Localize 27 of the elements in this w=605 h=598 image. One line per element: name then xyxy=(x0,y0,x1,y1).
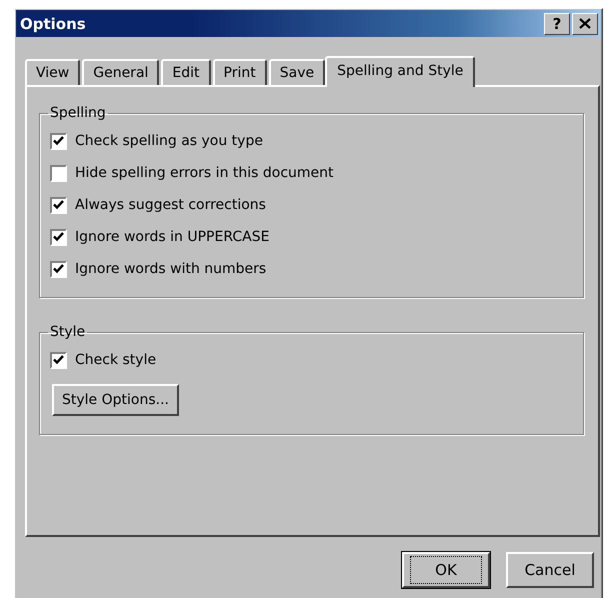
checkbox-label[interactable]: Always suggest corrections xyxy=(75,197,266,213)
checkbox[interactable] xyxy=(50,132,67,150)
window-title: Options xyxy=(20,14,87,32)
style-options-button[interactable]: Style Options... xyxy=(52,384,179,416)
help-button[interactable]: ? xyxy=(544,12,570,34)
ok-button[interactable]: OK xyxy=(402,552,490,588)
checkbox[interactable] xyxy=(50,196,67,214)
group-title: Spelling xyxy=(49,105,107,121)
checkbox[interactable] xyxy=(50,228,67,246)
tab[interactable]: Save xyxy=(268,59,326,85)
cancel-button[interactable]: Cancel xyxy=(506,552,594,588)
checkbox-label[interactable]: Ignore words in UPPERCASE xyxy=(75,229,270,245)
checkbox-label[interactable]: Hide spelling errors in this document xyxy=(75,165,334,181)
checkbox-label[interactable]: Check style xyxy=(75,352,156,368)
checkbox-label[interactable]: Check spelling as you type xyxy=(75,133,263,149)
checkbox-label[interactable]: Ignore words with numbers xyxy=(75,261,266,277)
checkbox[interactable] xyxy=(50,352,67,368)
tab[interactable]: General xyxy=(82,59,160,85)
checkbox[interactable] xyxy=(50,164,67,182)
tab[interactable]: Print xyxy=(212,59,267,85)
tab[interactable]: Spelling and Style xyxy=(325,56,476,87)
checkbox[interactable] xyxy=(50,260,67,278)
tab[interactable]: View xyxy=(25,59,80,85)
tab[interactable]: Edit xyxy=(161,59,211,85)
group-title: Style xyxy=(49,324,86,340)
close-button[interactable] xyxy=(572,12,598,34)
close-icon xyxy=(579,18,591,29)
